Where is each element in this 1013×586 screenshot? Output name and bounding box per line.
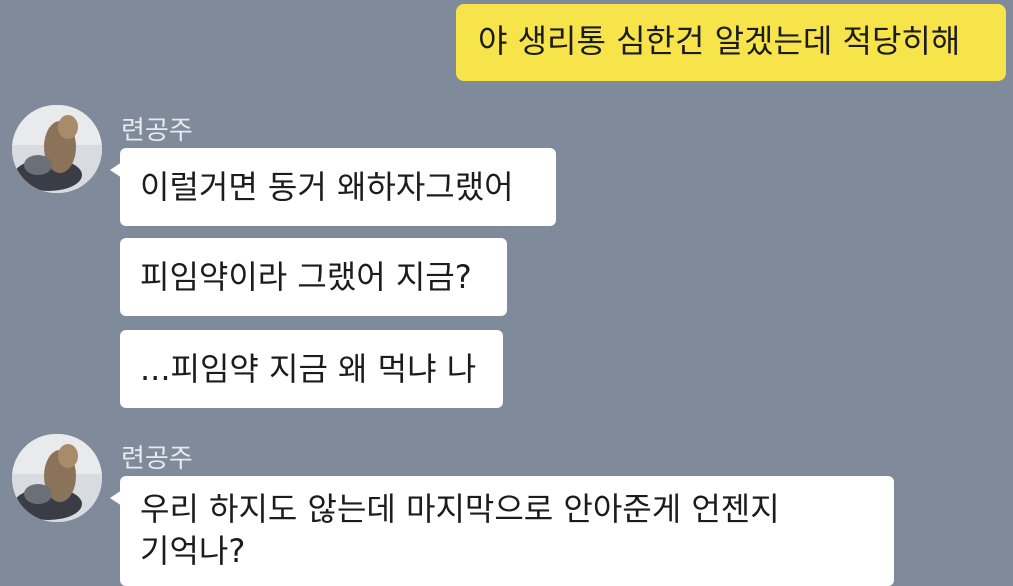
sender-avatar[interactable] (12, 105, 102, 193)
their-message-bubble[interactable]: 우리 하지도 않는데 마지막으로 안아준게 언젠지 기억나? (110, 476, 894, 586)
sender-avatar[interactable] (12, 434, 102, 522)
sender-name: 련공주 (121, 116, 193, 146)
their-message-text: 이럴거면 동거 왜하자그랬어 (140, 168, 514, 206)
my-message-bubble[interactable]: 야 생리통 심한건 알겠는데 적당히해 (456, 4, 1006, 81)
their-message-bubble[interactable]: 피임약이라 그랬어 지금? (120, 238, 507, 316)
avatar-photo-icon (12, 105, 102, 193)
their-message-bubble[interactable]: 이럴거면 동거 왜하자그랬어 (110, 148, 556, 226)
chat-view: 야 생리통 심한건 알겠는데 적당히해 련공주 이럴거면 동거 왜하자그랬어 피… (0, 0, 1013, 586)
bubble-tail (110, 490, 122, 506)
avatar-photo-icon (12, 434, 102, 522)
bubble-tail (110, 162, 122, 178)
their-message-bubble[interactable]: ...피임약 지금 왜 먹냐 나 (120, 330, 503, 408)
their-message-text-line: 기억나? (140, 532, 246, 570)
their-message-text: ...피임약 지금 왜 먹냐 나 (140, 350, 477, 388)
my-message-text: 야 생리통 심한건 알겠는데 적당히해 (478, 22, 961, 60)
their-message-text-line: 우리 하지도 않는데 마지막으로 안아준게 언젠지 (140, 490, 780, 528)
sender-name: 련공주 (121, 444, 193, 474)
their-message-text: 피임약이라 그랬어 지금? (140, 258, 472, 296)
